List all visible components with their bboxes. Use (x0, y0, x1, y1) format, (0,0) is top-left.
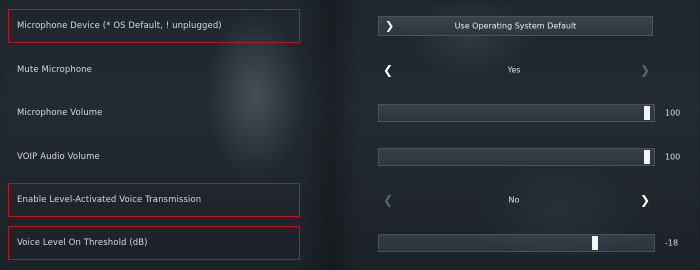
slider-knob[interactable] (644, 150, 650, 164)
chevron-right-icon[interactable]: ❯ (640, 64, 650, 76)
setting-label: Microphone Device (* OS Default, ! unplu… (17, 21, 222, 31)
slider-knob[interactable] (644, 106, 650, 120)
microphone-device-dropdown[interactable]: ❯ Use Operating System Default (378, 16, 653, 36)
dropdown-value: Use Operating System Default (454, 21, 577, 31)
setting-row-microphone-volume: Microphone Volume 100 (0, 92, 700, 134)
setting-label: VOIP Audio Volume (17, 152, 100, 162)
slider-knob[interactable] (591, 236, 598, 250)
selector-value: Yes (507, 65, 521, 75)
chevron-right-icon[interactable]: ❯ (640, 194, 650, 206)
setting-row-voip-audio-volume: VOIP Audio Volume 100 (0, 136, 700, 178)
setting-row-microphone-device: Microphone Device (* OS Default, ! unplu… (0, 5, 700, 47)
setting-label: Microphone Volume (17, 108, 103, 118)
setting-row-mute-microphone: Mute Microphone ❮ Yes ❯ (0, 49, 700, 91)
setting-row-level-activated-voice: Enable Level-Activated Voice Transmissio… (0, 179, 700, 221)
slider-value: -18 (665, 238, 679, 248)
microphone-volume-slider[interactable] (378, 104, 655, 122)
setting-label: Mute Microphone (17, 65, 92, 75)
voip-audio-volume-slider[interactable] (378, 148, 655, 166)
highlight-box: Voice Level On Threshold (dB) (8, 226, 300, 260)
slider-value: 100 (665, 108, 681, 118)
setting-row-voice-level-threshold: Voice Level On Threshold (dB) -18 (0, 222, 700, 264)
highlight-box: Enable Level-Activated Voice Transmissio… (8, 183, 300, 217)
setting-label: Voice Level On Threshold (dB) (17, 238, 148, 248)
slider-value: 100 (665, 152, 681, 162)
selector-value: No (508, 195, 520, 205)
highlight-box: Microphone Device (* OS Default, ! unplu… (8, 9, 300, 43)
voice-level-threshold-slider[interactable] (378, 234, 655, 252)
setting-label: Enable Level-Activated Voice Transmissio… (17, 195, 202, 205)
